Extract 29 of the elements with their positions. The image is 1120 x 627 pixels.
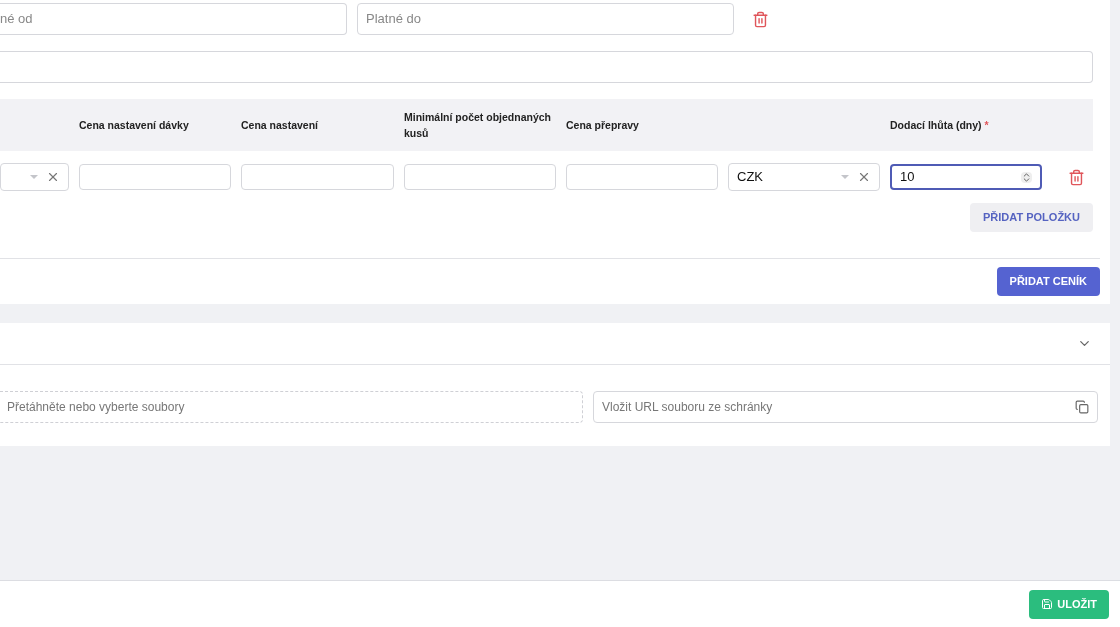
dropdown-caret-icon xyxy=(30,175,38,179)
column-header: Cena nastavení xyxy=(241,119,319,131)
clipboard-icon[interactable] xyxy=(1075,400,1089,414)
add-pricelist-button[interactable]: PŘIDAT CENÍK xyxy=(996,267,1100,296)
number-field[interactable]: 10 xyxy=(890,164,1042,190)
select-field[interactable]: CZK xyxy=(728,163,880,191)
save-icon xyxy=(1041,598,1054,610)
select-field[interactable] xyxy=(0,163,69,191)
delete-icon[interactable] xyxy=(752,10,769,28)
delete-icon[interactable] xyxy=(1068,168,1085,186)
add-item-button[interactable]: PŘIDAT POLOŽKU xyxy=(970,203,1093,232)
input-field[interactable] xyxy=(0,51,1093,83)
input-field[interactable] xyxy=(79,164,231,190)
input-field[interactable] xyxy=(241,164,394,190)
dropdown-caret-icon xyxy=(841,175,849,179)
save-button[interactable]: ULOŽIT xyxy=(1029,589,1109,619)
clear-icon[interactable] xyxy=(857,170,871,184)
file-dropzone[interactable]: Přetáhněte nebo vyberte soubory xyxy=(0,391,583,423)
column-header: Cena nastavení dávky xyxy=(79,119,189,131)
date-field[interactable]: Platné do xyxy=(357,3,734,35)
column-header: Dodací lhůta (dny) * xyxy=(890,119,989,131)
input-field[interactable] xyxy=(566,164,718,190)
clear-icon[interactable] xyxy=(46,170,60,184)
url-field[interactable]: Vložit URL souboru ze schránky xyxy=(593,391,1098,423)
spinner-icon[interactable] xyxy=(1021,171,1032,183)
column-header: Minimální počet objednaných kusů xyxy=(404,111,551,139)
date-field[interactable]: né od xyxy=(0,3,347,35)
column-header: Cena přepravy xyxy=(566,119,639,131)
input-field[interactable] xyxy=(404,164,556,190)
